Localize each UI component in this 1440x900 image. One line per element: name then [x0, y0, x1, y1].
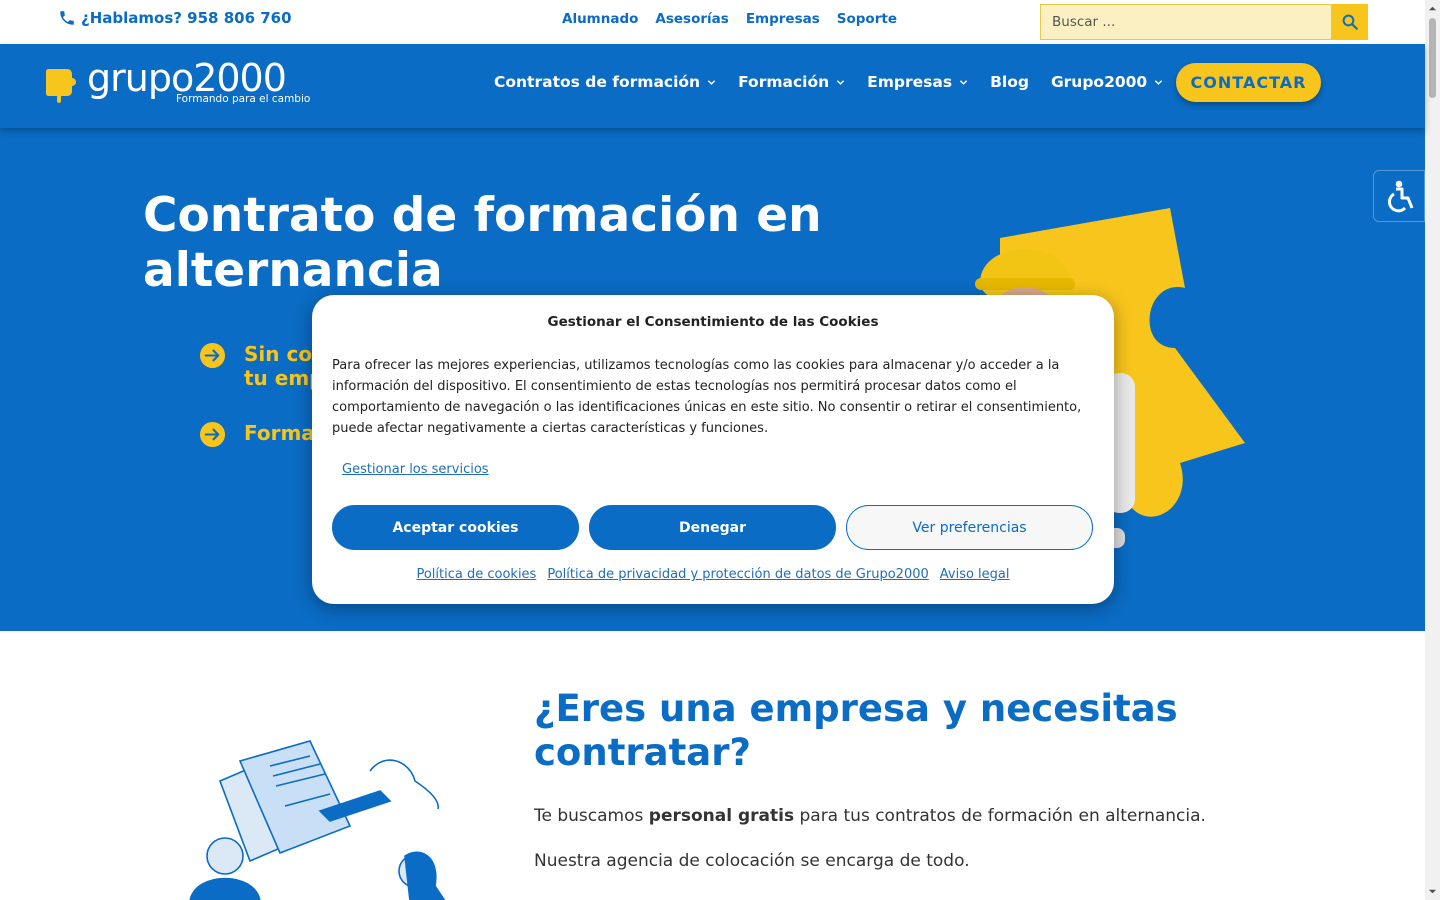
top-links: Alumnado Asesorías Empresas Soporte [562, 11, 897, 27]
paragraph-text: Te buscamos [534, 806, 649, 826]
phone-icon [60, 11, 74, 25]
scrollbar-thumb[interactable] [1429, 18, 1436, 98]
cookie-modal-title: Gestionar el Consentimiento de las Cooki… [547, 314, 879, 330]
arrow-right-circle-icon [199, 342, 226, 369]
menu-item-label: Grupo2000 [1050, 73, 1148, 91]
menu-item-formacion[interactable]: Formación [738, 73, 845, 91]
top-link-soporte[interactable]: Soporte [837, 11, 897, 27]
main-navigation: grupo2000 Formando para el cambio Contra… [0, 44, 1425, 128]
page-scrollbar[interactable] [1425, 0, 1440, 900]
deny-cookies-button[interactable]: Denegar [589, 505, 836, 550]
puzzle-logo-icon [46, 69, 76, 103]
section-heading: ¿Eres una empresa y necesitas contratar? [534, 687, 1178, 774]
accessibility-button[interactable] [1373, 170, 1425, 222]
section-paragraph: Nuestra agencia de colocación se encarga… [534, 851, 970, 871]
menu-item-blog[interactable]: Blog [990, 73, 1029, 91]
search-form [1040, 4, 1368, 40]
cookie-policy-link[interactable]: Política de cookies [416, 567, 536, 582]
menu-item-label: Formación [738, 73, 830, 91]
cookie-policy-links: Política de cookies Política de privacid… [312, 567, 1114, 582]
arrow-right-circle-icon [199, 421, 226, 448]
logo-tagline: Formando para el cambio [176, 93, 311, 105]
search-button[interactable] [1332, 4, 1368, 40]
top-link-empresas[interactable]: Empresas [746, 11, 820, 27]
accessibility-icon [1387, 180, 1414, 213]
privacy-policy-link[interactable]: Política de privacidad y protección de d… [547, 567, 928, 582]
chevron-down-icon [959, 79, 968, 85]
top-link-alumnado[interactable]: Alumnado [562, 11, 638, 27]
chevron-down-icon [1155, 79, 1163, 85]
hero-bullet: Formac [199, 421, 327, 448]
paragraph-text: para tus contratos de formación en alter… [794, 806, 1206, 826]
main-menu: Contratos de formación Formación Empresa… [494, 73, 1163, 91]
contract-signing-illustration [189, 740, 446, 900]
chevron-down-icon [836, 79, 845, 85]
menu-item-contratos[interactable]: Contratos de formación [494, 73, 716, 91]
search-input[interactable] [1040, 4, 1332, 40]
menu-item-label: Empresas [867, 73, 953, 91]
accept-cookies-button[interactable]: Aceptar cookies [332, 505, 579, 550]
chevron-down-icon [707, 79, 716, 85]
top-bar: ¿Hablamos? 958 806 760 Alumnado Asesoría… [0, 0, 1425, 44]
scroll-up-icon[interactable] [1428, 4, 1437, 13]
view-preferences-button[interactable]: Ver preferencias [846, 505, 1093, 550]
menu-item-label: Blog [990, 73, 1029, 91]
menu-item-grupo2000[interactable]: Grupo2000 [1051, 73, 1163, 91]
search-icon [1342, 14, 1358, 30]
menu-item-label: Contratos de formación [494, 73, 701, 91]
phone-link[interactable]: ¿Hablamos? 958 806 760 [58, 9, 292, 27]
phone-label: ¿Hablamos? 958 806 760 [81, 9, 292, 27]
section-paragraph: Te buscamos personal gratis para tus con… [534, 804, 1206, 828]
contact-button[interactable]: CONTACTAR [1176, 63, 1321, 102]
cookie-modal-body: Para ofrecer las mejores experiencias, u… [332, 358, 1082, 436]
paragraph-bold-text: personal gratis [648, 806, 795, 826]
content-section: ¿Eres una empresa y necesitas contratar?… [0, 631, 1425, 900]
manage-services-link[interactable]: Gestionar los servicios [342, 462, 489, 477]
hero-bullet: Sin cos tu emp [199, 342, 324, 390]
top-link-asesorias[interactable]: Asesorías [655, 11, 728, 27]
hero-title: Contrato de formación en alternancia [143, 188, 822, 298]
scroll-down-icon[interactable] [1428, 887, 1437, 896]
cookie-consent-modal: Gestionar el Consentimiento de las Cooki… [312, 295, 1114, 604]
logo[interactable]: grupo2000 Formando para el cambio [45, 56, 310, 110]
legal-notice-link[interactable]: Aviso legal [940, 567, 1010, 582]
menu-item-empresas[interactable]: Empresas [867, 73, 968, 91]
